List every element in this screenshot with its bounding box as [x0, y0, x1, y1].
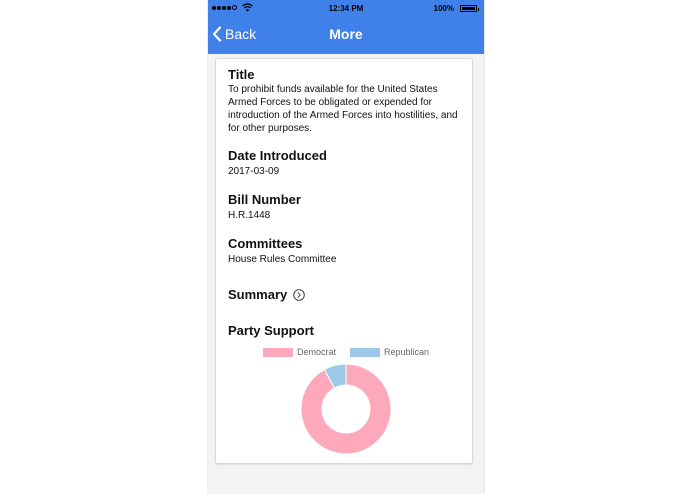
- legend-item-republican[interactable]: Republican: [350, 347, 429, 357]
- legend-label-republican: Republican: [384, 347, 430, 357]
- title-heading: Title: [228, 67, 255, 82]
- battery-icon: [460, 5, 479, 12]
- date-heading: Date Introduced: [228, 148, 327, 163]
- legend-swatch-republican: [350, 347, 381, 357]
- title-text: To prohibit funds available for the Unit…: [228, 84, 458, 134]
- status-bar: 12:34 PM 100%: [208, 0, 484, 18]
- nav-bar: Back More: [208, 18, 484, 54]
- battery-percent: 100%: [433, 4, 454, 13]
- bill-number-heading: Bill Number: [228, 192, 301, 207]
- chevron-right-circle-icon: [293, 289, 306, 301]
- legend-item-democrat[interactable]: Democrat: [263, 347, 336, 357]
- chart-legend: Democrat Republican: [263, 347, 443, 357]
- summary-button[interactable]: Summary: [228, 287, 306, 302]
- date-value: 2017-03-09: [228, 166, 280, 177]
- party-support-donut-chart: [300, 363, 392, 455]
- party-support-heading: Party Support: [228, 323, 314, 338]
- page-title: More: [329, 26, 363, 42]
- summary-label: Summary: [228, 287, 288, 302]
- committees-heading: Committees: [228, 236, 303, 251]
- bill-details-card: Title To prohibit funds available for th…: [215, 58, 473, 464]
- donut-slice-democrat[interactable]: [300, 363, 392, 455]
- legend-label-democrat: Democrat: [297, 347, 337, 357]
- bill-number-value: H.R.1448: [228, 210, 271, 221]
- phone-screen: 12:34 PM 100% Back More Title To prohibi…: [208, 0, 484, 494]
- committees-value: House Rules Committee: [228, 254, 337, 265]
- legend-swatch-democrat: [263, 347, 293, 357]
